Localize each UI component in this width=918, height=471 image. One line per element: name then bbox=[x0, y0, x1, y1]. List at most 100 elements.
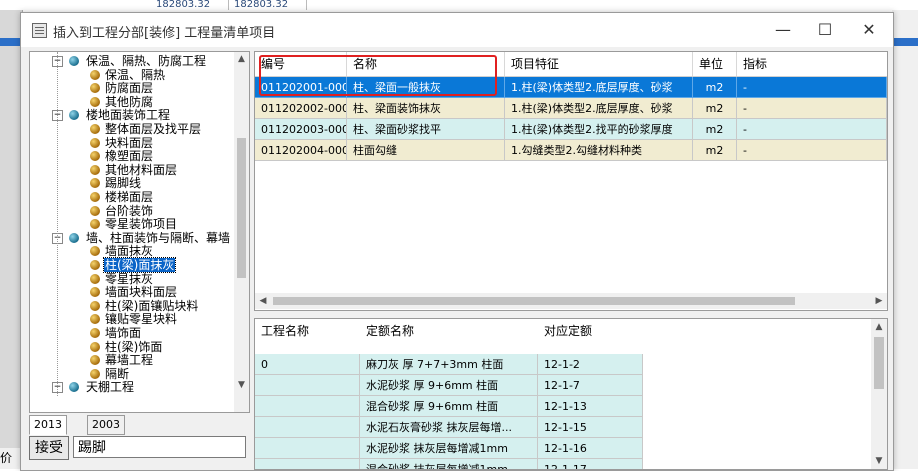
leaf-ball-icon bbox=[90, 341, 100, 352]
cell-project bbox=[255, 438, 360, 459]
cell-project bbox=[255, 417, 360, 438]
cell-project: 0 bbox=[255, 354, 360, 375]
tree-vertical-scrollbar[interactable]: ▲ ▼ bbox=[234, 52, 249, 412]
leaf-ball-icon bbox=[90, 205, 100, 216]
tree-guide-line bbox=[57, 52, 58, 396]
table-row[interactable]: 混合砂浆 抹灰层每增减1mm 12-1-17 bbox=[255, 459, 867, 469]
scroll-down-icon[interactable]: ▼ bbox=[871, 453, 887, 469]
leaf-ball-icon bbox=[90, 83, 100, 94]
leaf-ball-icon bbox=[90, 178, 100, 189]
cell-feature: 1.柱(梁)体类型2.底层厚度、砂浆 bbox=[505, 77, 693, 98]
tree-item-label: 镶贴零星块料 bbox=[105, 312, 178, 327]
tree-item-label: 其他防腐 bbox=[105, 94, 154, 109]
table-row[interactable]: 011202003-000 柱、梁面砂浆找平 1.柱(梁)体类型2.找平的砂浆厚度 m… bbox=[255, 119, 887, 140]
leaf-ball-icon bbox=[90, 368, 100, 379]
table-row[interactable]: 水泥砂浆 厚 9+6mm 柱面 12-1-7 bbox=[255, 375, 867, 396]
table-row[interactable]: 水泥石灰膏砂浆 抹灰层每增... 12-1-15 bbox=[255, 417, 867, 438]
bill-items-grid: 编号 名称 项目特征 单位 指标 011202001-000 柱、梁面一般抹灰 1.… bbox=[254, 51, 888, 311]
tree-item-label: 柱(梁)饰面 bbox=[105, 339, 163, 354]
bill-grid-horizontal-scrollbar[interactable]: ◀ ▶ bbox=[255, 293, 887, 309]
table-row[interactable]: 011202002-000 柱、梁面装饰抹灰 1.柱(梁)体类型2.底层厚度、砂浆 m… bbox=[255, 98, 887, 119]
tree-item-label: 天棚工程 bbox=[86, 380, 135, 395]
scroll-down-icon[interactable]: ▼ bbox=[234, 378, 249, 393]
tree-item-label: 楼梯面层 bbox=[105, 190, 154, 204]
accept-search-field[interactable]: 踢脚 bbox=[73, 436, 246, 458]
cell-feature: 1.柱(梁)体类型2.找平的砂浆厚度 bbox=[505, 119, 693, 140]
minimize-icon[interactable]: — bbox=[761, 13, 805, 47]
category-tree[interactable]: − 保温、隔热、防腐工程 保温、隔热 防腐面层 其他防腐 − 楼地面装饰工程 整体面层及找平层… bbox=[29, 51, 250, 413]
cell-name: 麻刀灰 厚 7+7+3mm 柱面 bbox=[360, 354, 538, 375]
tree-rows: − 保温、隔热、防腐工程 保温、隔热 防腐面层 其他防腐 − 楼地面装饰工程 整体面层及找平层… bbox=[30, 52, 234, 412]
tree-item-label: 防腐面层 bbox=[105, 81, 154, 96]
cell-code: 12-1-16 bbox=[538, 438, 643, 459]
column-header-unit[interactable]: 单位 bbox=[693, 52, 737, 76]
tree-item-label: 保温、隔热 bbox=[105, 67, 166, 82]
tree-item-label: 块料面层 bbox=[105, 135, 154, 150]
leaf-ball-icon bbox=[90, 96, 100, 107]
scroll-left-icon[interactable]: ◀ bbox=[255, 293, 271, 309]
tree-item-label: 橡塑面层 bbox=[105, 149, 154, 164]
cell-project bbox=[255, 396, 360, 417]
cell-code: 12-1-7 bbox=[538, 375, 643, 396]
background-bottom-label: 价 bbox=[0, 448, 22, 469]
column-header-feature[interactable]: 项目特征 bbox=[505, 52, 693, 76]
tree-item-label: 保温、隔热、防腐工程 bbox=[86, 54, 207, 68]
cell-name: 柱、梁面装饰抹灰 bbox=[347, 98, 505, 119]
cell-code: 011202004-000 bbox=[255, 140, 347, 161]
table-row[interactable]: 水泥砂浆 抹灰层每增减1mm 12-1-16 bbox=[255, 438, 867, 459]
accept-button[interactable]: 接受 bbox=[29, 436, 69, 460]
dialog-titlebar[interactable]: 插入到工程分部[装修] 工程量清单项目 — ☐ ✕ bbox=[21, 13, 893, 47]
cell-name: 混合砂浆 厚 9+6mm 柱面 bbox=[360, 396, 538, 417]
leaf-ball-icon bbox=[90, 124, 100, 134]
cell-name: 水泥石灰膏砂浆 抹灰层每增... bbox=[360, 417, 538, 438]
maximize-icon[interactable]: ☐ bbox=[803, 13, 847, 47]
background-right-column bbox=[892, 10, 918, 469]
scroll-up-icon[interactable]: ▲ bbox=[871, 319, 887, 335]
scroll-up-icon[interactable]: ▲ bbox=[234, 52, 249, 67]
tree-item-label: 整体面层及找平层 bbox=[105, 122, 202, 136]
cell-name: 水泥砂浆 厚 9+6mm 柱面 bbox=[360, 375, 538, 396]
background-app-strip: 182803.32 182803.32 bbox=[0, 0, 918, 12]
tree-item-label: 隔断 bbox=[105, 366, 130, 381]
app-icon bbox=[32, 23, 47, 38]
table-row[interactable]: 011202004-000 柱面勾缝 1.勾缝类型2.勾缝材料种类 m2- bbox=[255, 140, 887, 161]
cell-code: 011202003-000 bbox=[255, 119, 347, 140]
folder-ball-icon bbox=[69, 232, 79, 243]
scroll-thumb[interactable] bbox=[237, 138, 246, 278]
scroll-thumb[interactable] bbox=[874, 337, 884, 389]
tab-2003[interactable]: 2003清单 bbox=[87, 415, 125, 449]
leaf-ball-icon bbox=[90, 192, 100, 202]
tree-item-label: 墙、柱面装饰与隔断、幕墙 bbox=[86, 230, 231, 245]
tree-item-label: 幕墙工程 bbox=[105, 353, 154, 368]
column-header-quota-code[interactable]: 对应定额 bbox=[538, 321, 643, 342]
leaf-ball-icon bbox=[90, 260, 100, 270]
tab-2013[interactable]: 2013清单 bbox=[29, 415, 67, 449]
tree-item-label: 墙面抹灰 bbox=[105, 244, 154, 259]
column-header-project[interactable]: 工程名称 bbox=[255, 321, 360, 342]
insert-bill-dialog: 插入到工程分部[装修] 工程量清单项目 — ☐ ✕ − 保温、隔热、防腐工程 保温、… bbox=[20, 12, 894, 471]
column-header-index[interactable]: 指标 bbox=[737, 52, 887, 76]
cell-unit: m2 bbox=[693, 119, 737, 140]
scroll-thumb[interactable] bbox=[273, 297, 795, 305]
highlight-box bbox=[259, 55, 497, 96]
leaf-ball-icon bbox=[90, 246, 100, 257]
scroll-right-icon[interactable]: ▶ bbox=[871, 293, 887, 309]
column-header-quota-name[interactable]: 定额名称 bbox=[360, 321, 538, 342]
folder-ball-icon bbox=[69, 382, 79, 393]
table-row[interactable]: 0 麻刀灰 厚 7+7+3mm 柱面 12-1-2 bbox=[255, 354, 867, 375]
dialog-title: 插入到工程分部[装修] 工程量清单项目 bbox=[53, 26, 276, 41]
cell-code: 12-1-2 bbox=[538, 354, 643, 375]
close-icon[interactable]: ✕ bbox=[847, 13, 891, 47]
leaf-ball-icon bbox=[90, 328, 100, 338]
table-row[interactable]: 混合砂浆 厚 9+6mm 柱面 12-1-13 bbox=[255, 396, 867, 417]
tree-item-label: 楼地面装饰工程 bbox=[86, 108, 171, 123]
cell-feature: 1.勾缝类型2.勾缝材料种类 bbox=[505, 140, 693, 161]
cell-code: 12-1-15 bbox=[538, 417, 643, 438]
background-value-1: 182803.32 bbox=[152, 0, 229, 10]
leaf-ball-icon bbox=[90, 287, 100, 298]
tree-item-label: 柱(梁)面镶贴块料 bbox=[105, 298, 199, 313]
tree-item-label: 踢脚线 bbox=[105, 176, 142, 191]
quota-grid: 工程名称 定额名称 对应定额 0 麻刀灰 厚 7+7+3mm 柱面 12-1-2 水泥… bbox=[254, 318, 888, 470]
leaf-ball-icon bbox=[90, 151, 100, 162]
quota-grid-vertical-scrollbar[interactable]: ▲ ▼ bbox=[871, 319, 887, 469]
